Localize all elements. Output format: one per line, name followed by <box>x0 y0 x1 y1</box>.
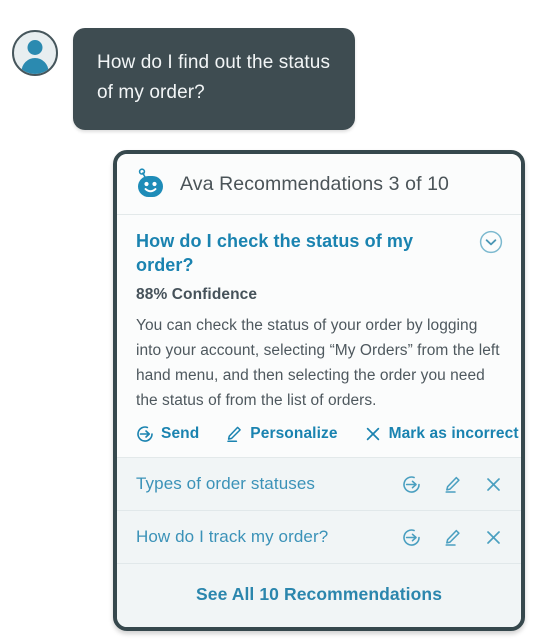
see-all-recommendations-button[interactable]: See All 10 Recommendations <box>117 564 521 627</box>
close-x-icon[interactable] <box>484 528 503 547</box>
card-header-title: Ava Recommendations 3 of 10 <box>180 172 449 195</box>
recommendation-row-actions <box>380 475 503 494</box>
send-button-label: Send <box>161 425 200 442</box>
pencil-icon[interactable] <box>443 528 462 547</box>
close-x-icon <box>364 425 382 443</box>
recommendation-row[interactable]: How do I track my order? <box>117 511 521 564</box>
close-x-icon[interactable] <box>484 475 503 494</box>
mark-as-incorrect-label: Mark as incorrect <box>388 425 519 442</box>
personalize-button-label: Personalize <box>250 425 338 442</box>
pencil-icon[interactable] <box>443 475 462 494</box>
send-circle-icon <box>136 425 154 443</box>
expanded-title-row: How do I check the status of my order? <box>136 229 503 277</box>
recommendation-row-actions <box>380 528 503 547</box>
see-all-recommendations-label: See All 10 Recommendations <box>195 584 443 604</box>
recommendation-row-title: How do I track my order? <box>136 527 329 546</box>
expanded-recommendation-title[interactable]: How do I check the status of my order? <box>136 229 479 277</box>
send-circle-icon[interactable] <box>402 475 421 494</box>
recommendation-row-title: Types of order statuses <box>136 474 315 493</box>
pencil-icon <box>225 425 243 443</box>
user-message-row: How do I find out the status of my order… <box>12 28 355 130</box>
expanded-recommendation: How do I check the status of my order? 8… <box>117 215 521 458</box>
expanded-action-row: Send Personalize Mark as incorrect <box>136 425 519 447</box>
answer-body-text: You can check the status of your order b… <box>136 317 500 409</box>
confidence-label: 88% Confidence <box>136 286 258 303</box>
card-header: Ava Recommendations 3 of 10 <box>117 154 521 215</box>
mark-as-incorrect-button[interactable]: Mark as incorrect <box>364 425 519 443</box>
avatar-body-shape <box>21 58 49 74</box>
user-avatar-icon <box>12 30 58 76</box>
send-button[interactable]: Send <box>136 425 199 443</box>
ava-bot-icon <box>136 168 166 200</box>
ava-recommendations-card: Ava Recommendations 3 of 10 How do I che… <box>113 150 525 631</box>
user-message-bubble: How do I find out the status of my order… <box>73 28 355 130</box>
recommendation-row[interactable]: Types of order statuses <box>117 458 521 511</box>
chevron-down-circle-icon[interactable] <box>479 230 503 254</box>
avatar-head-shape <box>27 40 43 55</box>
personalize-button[interactable]: Personalize <box>225 425 337 443</box>
send-circle-icon[interactable] <box>402 528 421 547</box>
